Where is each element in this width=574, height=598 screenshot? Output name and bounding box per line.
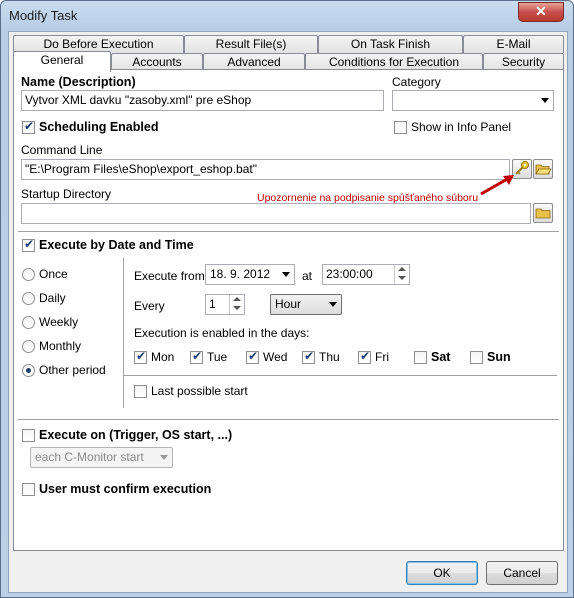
trigger-select[interactable]: each C-Monitor start	[30, 447, 173, 468]
general-tab-panel: Name (Description) Vytvor XML davku "zas…	[13, 69, 564, 551]
day-sat-label: Sat	[431, 350, 451, 364]
browse-command-button[interactable]	[533, 159, 553, 179]
separator	[18, 419, 559, 421]
scheduling-enabled-label: Scheduling Enabled	[39, 120, 159, 134]
tab-general[interactable]: General	[13, 51, 111, 72]
show-info-panel-checkbox[interactable]	[394, 121, 407, 134]
tab-email[interactable]: E-Mail	[463, 35, 564, 53]
cancel-button[interactable]: Cancel	[486, 561, 558, 585]
startup-directory-input[interactable]	[21, 203, 531, 224]
close-button[interactable]: ✕	[518, 2, 564, 22]
dialog-client: Do Before Execution Result File(s) On Ta…	[8, 31, 568, 593]
spin-down-icon	[398, 276, 406, 280]
period-weekly-label: Weekly	[39, 315, 79, 329]
spin-up-icon	[233, 297, 241, 301]
chevron-down-icon	[541, 98, 549, 103]
day-wed-label: Wed	[263, 350, 288, 364]
execute-from-label: Execute from	[134, 269, 205, 283]
name-label: Name (Description)	[21, 75, 136, 89]
period-weekly-radio[interactable]	[22, 316, 35, 329]
period-daily-radio[interactable]	[22, 292, 35, 305]
name-input[interactable]: Vytvor XML davku "zasoby.xml" pre eShop	[21, 90, 384, 111]
day-fri-label: Fri	[375, 350, 389, 364]
execute-by-date-label: Execute by Date and Time	[39, 238, 194, 252]
day-tue-checkbox[interactable]	[190, 349, 203, 364]
day-sun-checkbox[interactable]	[470, 351, 483, 364]
period-monthly-radio[interactable]	[22, 340, 35, 353]
window-title: Modify Task	[9, 8, 78, 23]
scheduling-enabled-checkbox[interactable]	[22, 119, 35, 134]
tab-on-task-finish[interactable]: On Task Finish	[318, 35, 463, 53]
day-tue-label: Tue	[207, 350, 228, 364]
tab-result-files[interactable]: Result File(s)	[184, 35, 318, 53]
execute-on-trigger-label: Execute on (Trigger, OS start, ...)	[39, 428, 233, 442]
execute-time-input[interactable]: 23:00:00	[322, 264, 410, 285]
every-spinner[interactable]	[229, 295, 244, 314]
show-info-panel-label: Show in Info Panel	[411, 120, 512, 134]
time-spinner[interactable]	[394, 265, 409, 284]
title-bar[interactable]: Modify Task ✕	[1, 1, 573, 31]
spin-down-icon	[233, 306, 241, 310]
category-select[interactable]	[392, 90, 554, 111]
day-mon-label: Mon	[151, 350, 175, 364]
user-confirm-checkbox[interactable]	[22, 483, 35, 496]
annotation-arrow-icon	[480, 175, 514, 196]
every-label: Every	[134, 299, 165, 313]
ok-button[interactable]: OK	[406, 561, 478, 585]
command-line-input[interactable]: "E:\Program Files\eShop\export_eshop.bat…	[21, 159, 510, 180]
every-unit-select[interactable]: Hour	[270, 294, 342, 315]
chevron-down-icon	[282, 272, 290, 277]
days-enabled-label: Execution is enabled in the days:	[134, 326, 310, 340]
folder-icon	[535, 208, 551, 219]
execute-on-trigger-checkbox[interactable]	[22, 429, 35, 442]
last-possible-start-checkbox[interactable]	[134, 385, 147, 398]
period-once-label: Once	[39, 267, 68, 281]
chevron-down-icon	[329, 302, 337, 307]
command-line-label: Command Line	[21, 143, 103, 157]
every-value-input[interactable]: 1	[205, 294, 245, 315]
day-sat-checkbox[interactable]	[414, 351, 427, 364]
last-possible-start-label: Last possible start	[151, 384, 248, 398]
day-wed-checkbox[interactable]	[246, 349, 259, 364]
period-once-radio[interactable]	[22, 268, 35, 281]
day-thu-label: Thu	[319, 350, 340, 364]
separator	[18, 231, 559, 233]
startup-directory-label: Startup Directory	[21, 187, 112, 201]
category-label: Category	[392, 75, 441, 89]
execute-by-date-checkbox[interactable]	[22, 237, 35, 252]
period-other-radio[interactable]	[22, 364, 35, 377]
close-icon: ✕	[535, 3, 547, 19]
period-other-label: Other period	[39, 363, 106, 377]
chevron-down-icon	[160, 455, 168, 460]
period-divider	[123, 258, 124, 408]
user-confirm-label: User must confirm execution	[39, 482, 212, 496]
at-label: at	[302, 269, 313, 283]
spin-up-icon	[398, 267, 406, 271]
day-sun-label: Sun	[487, 350, 511, 364]
open-folder-icon	[535, 164, 552, 175]
modify-task-window: Modify Task ✕ Do Before Execution Result…	[0, 0, 574, 598]
execute-from-date-picker[interactable]: 18. 9. 2012	[205, 264, 295, 285]
day-mon-checkbox[interactable]	[134, 349, 147, 364]
period-monthly-label: Monthly	[39, 339, 82, 353]
period-daily-label: Daily	[39, 291, 66, 305]
separator	[124, 375, 557, 377]
day-thu-checkbox[interactable]	[302, 349, 315, 364]
day-fri-checkbox[interactable]	[358, 349, 371, 364]
browse-startup-button[interactable]	[533, 203, 553, 223]
